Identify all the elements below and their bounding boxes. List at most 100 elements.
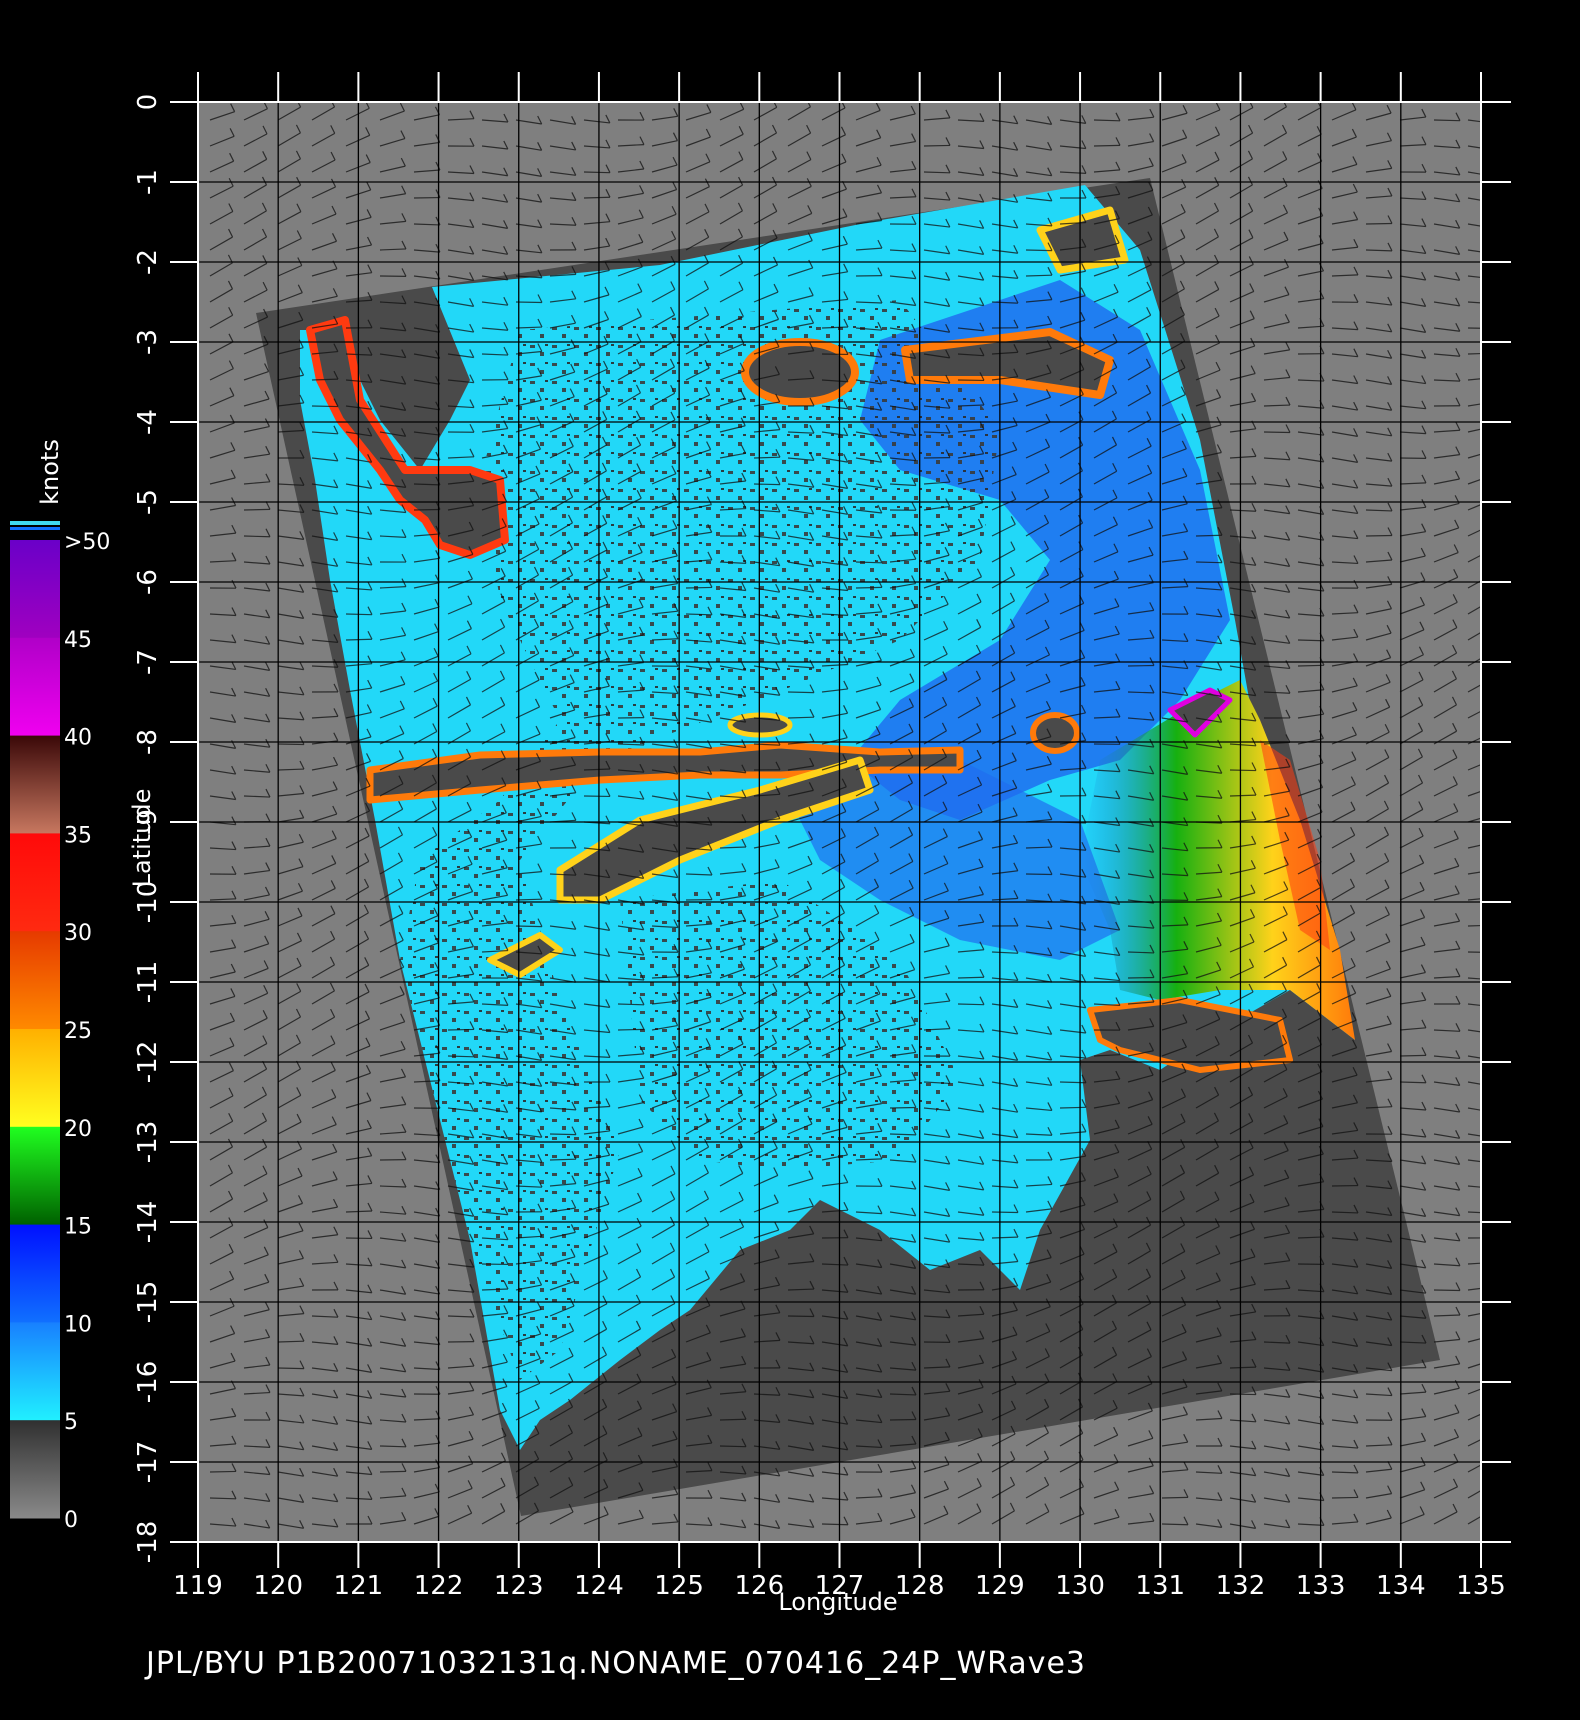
wind-barb-flag	[1490, 370, 1494, 378]
wind-barb	[549, 1133, 577, 1136]
wind-barb-flag	[1490, 1230, 1494, 1238]
wind-barb-flag	[1490, 194, 1494, 202]
wind-barb	[923, 171, 951, 174]
wind-barb-flag	[1487, 698, 1491, 706]
y-tick-label: -18	[133, 1521, 163, 1563]
wind-barb	[243, 508, 271, 511]
colorbar-tick-label: 25	[64, 1019, 92, 1044]
wind-barb	[1229, 1393, 1257, 1396]
colorbar-segment	[10, 1322, 60, 1421]
wind-barb	[753, 483, 781, 486]
y-tick-label: -7	[133, 649, 163, 675]
y-tick-label: -11	[133, 961, 163, 1003]
wind-barb	[515, 898, 543, 901]
wind-barb	[821, 1523, 849, 1526]
wind-barb-flag	[1490, 168, 1494, 176]
colorbar-tick-label: 35	[64, 823, 92, 848]
y-tick-label: -17	[133, 1441, 163, 1483]
colorbar-tick-label: 0	[64, 1508, 78, 1533]
wind-barb-flag	[1490, 862, 1494, 870]
wind-barb-flag	[1489, 1328, 1493, 1336]
y-tick-label: 0	[133, 94, 163, 111]
wind-barb-flag	[1488, 752, 1492, 760]
wind-barb-flag	[1490, 115, 1494, 123]
wind-barb-flag	[1490, 394, 1494, 402]
y-tick-label: -5	[133, 489, 163, 515]
wind-barb-flag	[1489, 779, 1493, 787]
wind-barb	[277, 1340, 305, 1343]
wind-barb-flag	[1490, 1130, 1494, 1138]
colorbar-tick-label: 20	[64, 1117, 92, 1142]
colorbar-segment	[10, 1126, 60, 1226]
wind-barb	[617, 1028, 645, 1031]
wind-barb	[1195, 534, 1223, 537]
wind-barb-flag	[1486, 1503, 1490, 1511]
wind-barb	[583, 196, 611, 199]
wind-barb	[447, 1028, 475, 1031]
wind-barb	[1025, 249, 1053, 252]
wind-barb-flag	[1490, 271, 1494, 279]
colorbar-cap-cyan	[10, 521, 60, 525]
wind-barb-flag	[1488, 1401, 1492, 1409]
wind-barb	[1195, 561, 1223, 564]
x-tick-label: 130	[1055, 1571, 1105, 1601]
wind-barb	[685, 586, 713, 589]
x-tick-label: 133	[1296, 1571, 1346, 1601]
wind-barb	[549, 1158, 577, 1161]
wind-barb-flag	[1487, 1426, 1491, 1434]
x-tick-label: 119	[173, 1571, 223, 1601]
wind-barb-flag	[1487, 593, 1491, 601]
y-tick-label: -16	[133, 1361, 163, 1403]
colorbar-tick-label: 15	[64, 1215, 92, 1240]
figure-caption: JPL/BYU P1B20071032131q.NONAME_070416_24…	[146, 1646, 1086, 1681]
y-tick-label: -13	[133, 1121, 163, 1163]
colorbar-segment	[10, 637, 60, 737]
wind-barb-flag	[1490, 321, 1494, 329]
wind-barb	[753, 456, 781, 459]
colorbar-segment	[10, 931, 60, 1030]
y-tick-label: -15	[133, 1281, 163, 1323]
wind-barb-flag	[1490, 1026, 1494, 1034]
wind-barb	[889, 1106, 917, 1109]
wind-barb	[209, 1470, 237, 1473]
wind-barb-flag	[1489, 1352, 1493, 1360]
x-tick-label: 124	[574, 1571, 624, 1601]
y-axis-title: Latitude	[128, 789, 156, 888]
wind-barb-flag	[1490, 890, 1494, 898]
y-tick-label: -4	[133, 409, 163, 435]
wind-barb	[1025, 873, 1053, 876]
wind-barb-flag	[1490, 917, 1494, 925]
wind-barb-flag	[1490, 1180, 1494, 1188]
wind-barb	[1399, 1081, 1427, 1084]
x-tick-label: 131	[1135, 1571, 1185, 1601]
wind-barb-flag	[1489, 443, 1493, 451]
wind-barb	[1093, 119, 1121, 122]
colorbar-segment	[10, 833, 60, 932]
x-tick-label: 132	[1216, 1571, 1266, 1601]
colorbar-segment	[10, 540, 60, 639]
wind-barb	[379, 1445, 407, 1448]
wind-barb	[447, 1055, 475, 1058]
colorbar-unit: knots	[36, 439, 64, 505]
wind-barb-flag	[1490, 1279, 1494, 1287]
wind-barb	[991, 1211, 1019, 1214]
wind-barb	[1331, 1496, 1359, 1499]
wind-barb-flag	[1488, 517, 1492, 525]
wind-barb-flag	[1487, 542, 1491, 550]
colorbar-segment	[10, 735, 60, 834]
colorbar-tick-label: 10	[64, 1312, 92, 1337]
wind-barb-flag	[1489, 834, 1493, 842]
x-tick-label: 122	[414, 1571, 464, 1601]
wind-barb	[1433, 119, 1461, 122]
wind-barb-flag	[1490, 1104, 1494, 1112]
x-tick-label: 128	[895, 1571, 945, 1601]
wind-barb	[957, 1003, 985, 1006]
wind-barb	[923, 144, 951, 147]
colorbar-tick-label: 40	[64, 726, 92, 751]
colorbar: >50 45 40 35 30 25 20 15 10 5 0 knots	[10, 439, 110, 1533]
wind-barb	[243, 535, 271, 538]
wind-barb-flag	[1490, 1078, 1494, 1086]
wind-barb	[1093, 144, 1121, 147]
wind-barb-flag	[1487, 567, 1491, 575]
wind-barb-flag	[1490, 1303, 1494, 1311]
